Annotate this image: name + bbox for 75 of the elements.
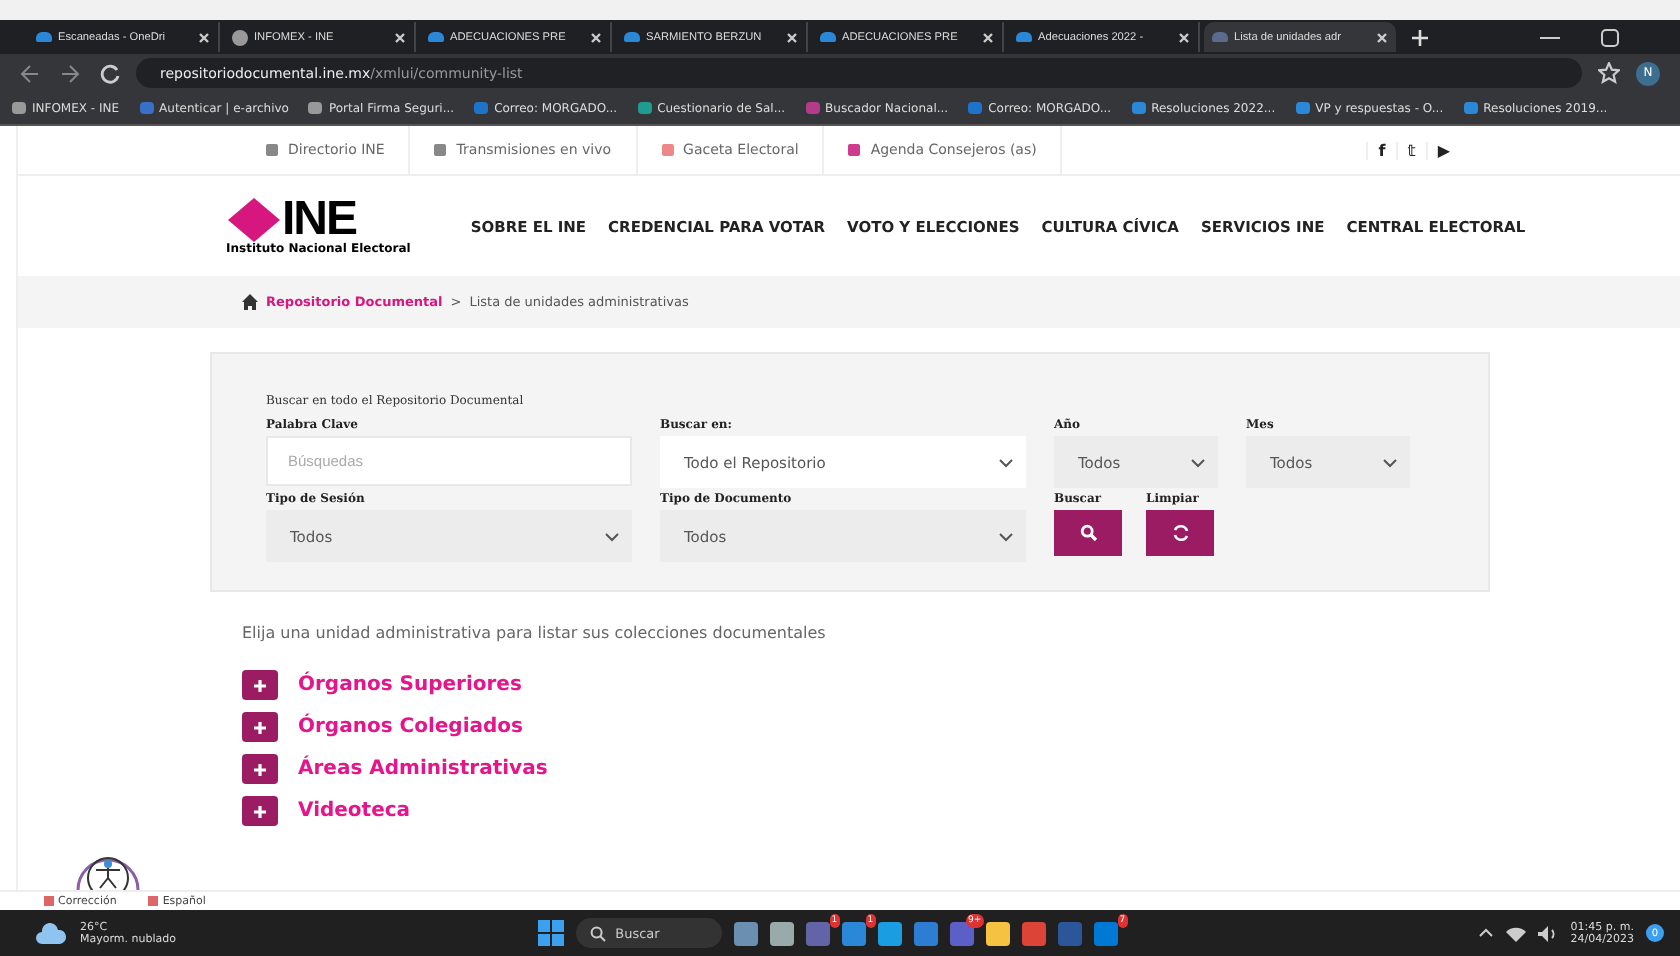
close-icon[interactable] [590,31,602,43]
star-icon[interactable] [1598,62,1620,84]
plus-icon [252,719,268,735]
bookmark-favicon-icon [12,102,26,114]
close-icon[interactable] [1178,31,1190,43]
back-icon[interactable] [20,63,40,83]
chevron-down-icon [604,531,620,541]
chevron-down-icon [1190,457,1206,467]
wifi-icon[interactable] [1506,925,1527,941]
tab-favicon-icon [1016,32,1032,42]
unit-link[interactable]: Videoteca [298,800,411,822]
chevron-down-icon [1382,457,1398,467]
chevron-up-icon[interactable] [1478,928,1495,938]
social-link[interactable]: 𝕥 [1395,141,1426,159]
home-icon [242,294,258,310]
bookmark-favicon-icon [1295,102,1310,114]
social-link[interactable]: ▶ [1425,141,1460,159]
bookmark-favicon-icon [805,102,820,114]
close-icon[interactable] [394,31,406,43]
maximize-icon[interactable] [1600,27,1620,47]
search-button[interactable] [1054,510,1122,556]
tab-favicon-icon [1212,32,1228,42]
status-icon [148,896,159,906]
chevron-down-icon [998,457,1014,467]
reset-button[interactable] [1146,510,1214,556]
chevron-down-icon [998,531,1014,541]
forward-icon[interactable] [60,63,80,83]
diamond-logo-icon [226,197,282,241]
expand-button[interactable] [242,670,278,700]
refresh-icon [1171,524,1189,542]
plus-icon [252,761,268,777]
reload-icon[interactable] [100,63,120,83]
bookmark-favicon-icon [1131,102,1146,114]
unit-link[interactable]: Órganos Colegiados [298,716,523,738]
link-icon [266,144,278,156]
taskbar-app-icon[interactable] [877,921,902,945]
expand-button[interactable] [242,712,278,742]
taskbar-app-icon[interactable] [733,921,758,945]
tab-favicon-icon [624,32,640,42]
cloud-icon [36,922,68,944]
plus-icon [252,803,268,819]
logo-text: INE [282,197,357,241]
close-icon[interactable] [786,31,798,43]
search-icon [1079,524,1097,542]
tab-favicon-icon [820,32,836,42]
speaker-icon[interactable] [1538,925,1559,941]
link-icon [434,144,447,156]
tab-favicon-icon [232,29,248,45]
taskbar-app-icon[interactable] [769,921,794,945]
unit-link[interactable]: Áreas Administrativas [298,758,548,780]
close-icon[interactable] [982,31,994,43]
search-icon [589,925,606,941]
intro-text: Elija una unidad administrativa para listar sus colecciones documentales [242,624,828,642]
bookmark-favicon-icon [637,102,652,114]
new-tab-icon[interactable] [1412,29,1428,45]
link-icon [661,144,674,156]
close-icon[interactable] [1376,31,1388,43]
close-icon[interactable] [198,31,210,43]
taskbar-app-icon[interactable] [985,921,1010,945]
expand-button[interactable] [242,796,278,826]
tab-favicon-icon [428,32,444,42]
expand-button[interactable] [242,754,278,784]
plus-icon [252,677,268,693]
social-link[interactable]: f [1366,141,1396,159]
status-icon [44,896,54,906]
bookmark-favicon-icon [474,102,489,114]
link-icon [848,144,861,156]
unit-link[interactable]: Órganos Superiores [298,674,522,696]
bookmark-favicon-icon [1463,102,1478,114]
bookmark-favicon-icon [968,102,983,114]
start-icon[interactable] [537,920,564,946]
bookmark-favicon-icon [139,102,154,114]
bookmark-favicon-icon [308,102,323,114]
tab-favicon-icon [36,32,52,42]
taskbar-app-icon[interactable] [841,921,866,945]
